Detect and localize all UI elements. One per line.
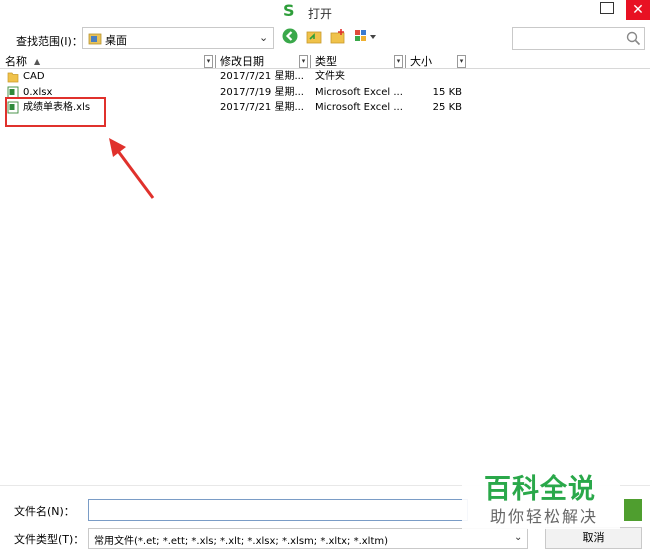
column-divider[interactable] xyxy=(405,55,406,68)
file-size: 25 KB xyxy=(432,102,462,113)
window-title: 打开 xyxy=(308,7,333,21)
watermark-subtitle: 助你轻松解决 xyxy=(490,507,599,526)
filetype-value: 常用文件(*.et; *.ett; *.xls; *.xlt; *.xlsx; … xyxy=(94,536,389,547)
chevron-down-icon: ⌄ xyxy=(259,31,269,44)
lookin-label: 查找范围(I)： xyxy=(16,35,83,48)
filetype-label: 文件类型(T)： xyxy=(14,533,85,546)
new-folder-icon[interactable] xyxy=(329,27,347,45)
column-date[interactable]: 修改日期 xyxy=(220,54,264,69)
file-type: Microsoft Excel ... xyxy=(315,102,403,113)
highlight-box xyxy=(5,97,106,127)
column-date-filter[interactable]: ▾ xyxy=(299,55,308,68)
column-name[interactable]: 名称 xyxy=(5,54,27,69)
column-type-filter[interactable]: ▾ xyxy=(394,55,403,68)
up-folder-icon[interactable] xyxy=(305,27,323,45)
file-date: 2017/7/21 星期... xyxy=(220,71,304,82)
search-icon xyxy=(626,31,641,46)
wps-logo-icon: S xyxy=(283,1,295,20)
view-menu-icon[interactable] xyxy=(353,27,379,45)
maximize-button[interactable] xyxy=(600,2,614,14)
column-size[interactable]: 大小 xyxy=(410,54,432,69)
file-date: 2017/7/19 星期... xyxy=(220,87,304,98)
search-input[interactable] xyxy=(512,27,645,50)
filename-input[interactable] xyxy=(88,499,468,521)
file-date: 2017/7/21 星期... xyxy=(220,102,304,113)
folder-icon xyxy=(7,72,19,83)
file-name: CAD xyxy=(23,71,45,82)
title-bar: S 打开 ✕ xyxy=(0,0,650,24)
lookin-dropdown[interactable]: 桌面 ⌄ xyxy=(82,27,274,49)
file-type: 文件夹 xyxy=(315,71,345,82)
watermark: 百科全说 助你轻松解决 xyxy=(462,463,620,529)
column-type[interactable]: 类型 xyxy=(315,54,337,69)
open-button[interactable] xyxy=(624,499,642,521)
column-divider[interactable] xyxy=(310,55,311,68)
cancel-button[interactable]: 取消 xyxy=(545,527,642,549)
file-size: 15 KB xyxy=(432,87,462,98)
red-arrow-icon xyxy=(109,138,155,199)
file-type: Microsoft Excel ... xyxy=(315,87,403,98)
filetype-dropdown[interactable]: 常用文件(*.et; *.ett; *.xls; *.xlt; *.xlsx; … xyxy=(88,528,528,549)
sort-ascending-icon: ▲ xyxy=(34,57,41,66)
chevron-down-icon: ⌄ xyxy=(514,532,523,543)
close-button[interactable]: ✕ xyxy=(626,0,650,20)
column-divider[interactable] xyxy=(215,55,216,68)
back-icon[interactable] xyxy=(281,27,299,45)
filename-label: 文件名(N)： xyxy=(14,505,75,518)
file-list-header: 名称 ▲ ▾ 修改日期 ▾ 类型 ▾ 大小 ▾ xyxy=(0,54,650,69)
desktop-folder-icon xyxy=(88,33,102,45)
column-name-filter[interactable]: ▾ xyxy=(204,55,213,68)
watermark-title: 百科全说 xyxy=(484,474,596,505)
column-size-filter[interactable]: ▾ xyxy=(457,55,466,68)
lookin-value: 桌面 xyxy=(105,34,127,47)
list-item[interactable]: CAD 2017/7/21 星期... 文件夹 xyxy=(0,69,650,84)
